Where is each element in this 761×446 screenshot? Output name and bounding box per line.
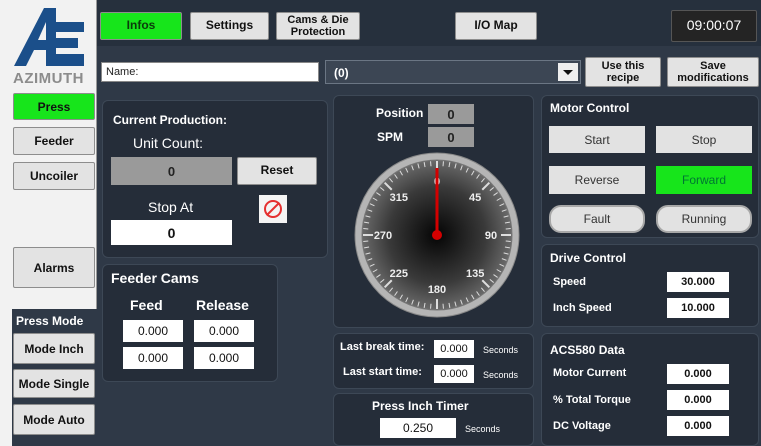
sidebar-item-uncoiler[interactable]: Uncoiler	[13, 162, 95, 190]
logo-area: AZIMUTH	[0, 0, 97, 96]
spm-label: SPM	[377, 130, 404, 144]
sidebar-item-alarms[interactable]: Alarms	[13, 247, 95, 288]
no-entry-icon	[259, 195, 287, 223]
stop-at-label: Stop At	[148, 199, 194, 215]
last-break-label: Last break time:	[340, 341, 425, 353]
inch-timer-input[interactable]: 0.250	[380, 418, 456, 438]
reset-button[interactable]: Reset	[237, 157, 317, 185]
feeder-cams-title: Feeder Cams	[111, 270, 199, 286]
inch-timer-title: Press Inch Timer	[372, 399, 469, 413]
stop-at-input[interactable]: 0	[111, 220, 232, 245]
gauge-hub	[432, 230, 442, 240]
tab-infos[interactable]: Infos	[100, 12, 182, 40]
recipe-select[interactable]: (0)	[325, 60, 581, 84]
forward-button[interactable]: Forward	[656, 166, 752, 194]
use-recipe-button[interactable]: Use this recipe	[585, 57, 661, 87]
total-torque-label: % Total Torque	[553, 394, 631, 406]
total-torque-value: 0.000	[667, 390, 729, 410]
sidebar-item-feeder[interactable]: Feeder	[13, 127, 95, 155]
tab-cams-die-protection[interactable]: Cams & Die Protection	[276, 12, 360, 40]
gauge-tick-label: 180	[428, 284, 446, 296]
chevron-down-icon[interactable]	[558, 63, 578, 81]
last-start-value: 0.000	[434, 365, 474, 383]
motor-control-title: Motor Control	[550, 101, 630, 115]
tab-io-map[interactable]: I/O Map	[455, 12, 537, 40]
spm-value: 0	[428, 127, 474, 147]
gauge-tick-label: 315	[390, 192, 408, 204]
feed-column-label: Feed	[130, 297, 163, 313]
clock-display: 09:00:07	[671, 10, 757, 42]
speed-input[interactable]: 30.000	[667, 272, 729, 292]
last-start-unit: Seconds	[483, 370, 519, 380]
reverse-button[interactable]: Reverse	[549, 166, 645, 194]
unit-count-label: Unit Count:	[133, 135, 204, 151]
fault-indicator: Fault	[549, 205, 645, 233]
release-cam-2-input[interactable]: 0.000	[194, 347, 254, 369]
feed-cam-2-input[interactable]: 0.000	[123, 347, 183, 369]
production-title: Current Production:	[113, 113, 227, 127]
gauge-tick-label: 45	[469, 192, 481, 204]
unit-count-value: 0	[111, 157, 232, 185]
gauge-tick-label: 90	[485, 230, 497, 242]
position-label: Position	[376, 106, 424, 120]
tab-settings[interactable]: Settings	[190, 12, 269, 40]
last-break-value: 0.000	[434, 340, 474, 358]
drive-control-title: Drive Control	[550, 251, 627, 265]
start-button[interactable]: Start	[549, 126, 645, 153]
dc-voltage-value: 0.000	[667, 416, 729, 436]
inch-speed-input[interactable]: 10.000	[667, 298, 729, 318]
feed-cam-1-input[interactable]: 0.000	[123, 320, 183, 342]
recipe-name-label: Name:	[106, 66, 139, 78]
dc-voltage-label: DC Voltage	[553, 420, 611, 432]
logo-text: AZIMUTH	[13, 70, 84, 87]
last-start-label: Last start time:	[343, 366, 422, 378]
motor-current-value: 0.000	[667, 364, 729, 384]
speed-label: Speed	[553, 276, 587, 288]
azimuth-logo-icon	[14, 8, 84, 66]
inch-speed-label: Inch Speed	[553, 302, 612, 314]
sidebar-item-press[interactable]: Press	[13, 93, 95, 120]
press-mode-title: Press Mode	[16, 314, 84, 328]
mode-single-button[interactable]: Mode Single	[13, 369, 95, 398]
stop-button[interactable]: Stop	[656, 126, 752, 153]
recipe-name-field[interactable]: Name:	[101, 62, 319, 82]
gauge-tick-label: 225	[390, 268, 408, 280]
release-cam-1-input[interactable]: 0.000	[194, 320, 254, 342]
save-modifications-button[interactable]: Save modifications	[667, 57, 759, 87]
release-column-label: Release	[196, 297, 249, 313]
mode-auto-button[interactable]: Mode Auto	[13, 404, 95, 435]
inch-timer-unit: Seconds	[465, 424, 501, 434]
recipe-selected-value: (0)	[334, 66, 349, 80]
crank-position-gauge: 04590135180225270315	[354, 152, 520, 318]
gauge-tick-label: 270	[374, 230, 392, 242]
motor-current-label: Motor Current	[553, 367, 627, 379]
last-break-unit: Seconds	[483, 345, 519, 355]
gauge-tick-label: 135	[466, 268, 484, 280]
acs580-title: ACS580 Data	[550, 343, 625, 357]
mode-inch-button[interactable]: Mode Inch	[13, 333, 95, 364]
position-value: 0	[428, 104, 474, 124]
running-indicator: Running	[656, 205, 752, 233]
